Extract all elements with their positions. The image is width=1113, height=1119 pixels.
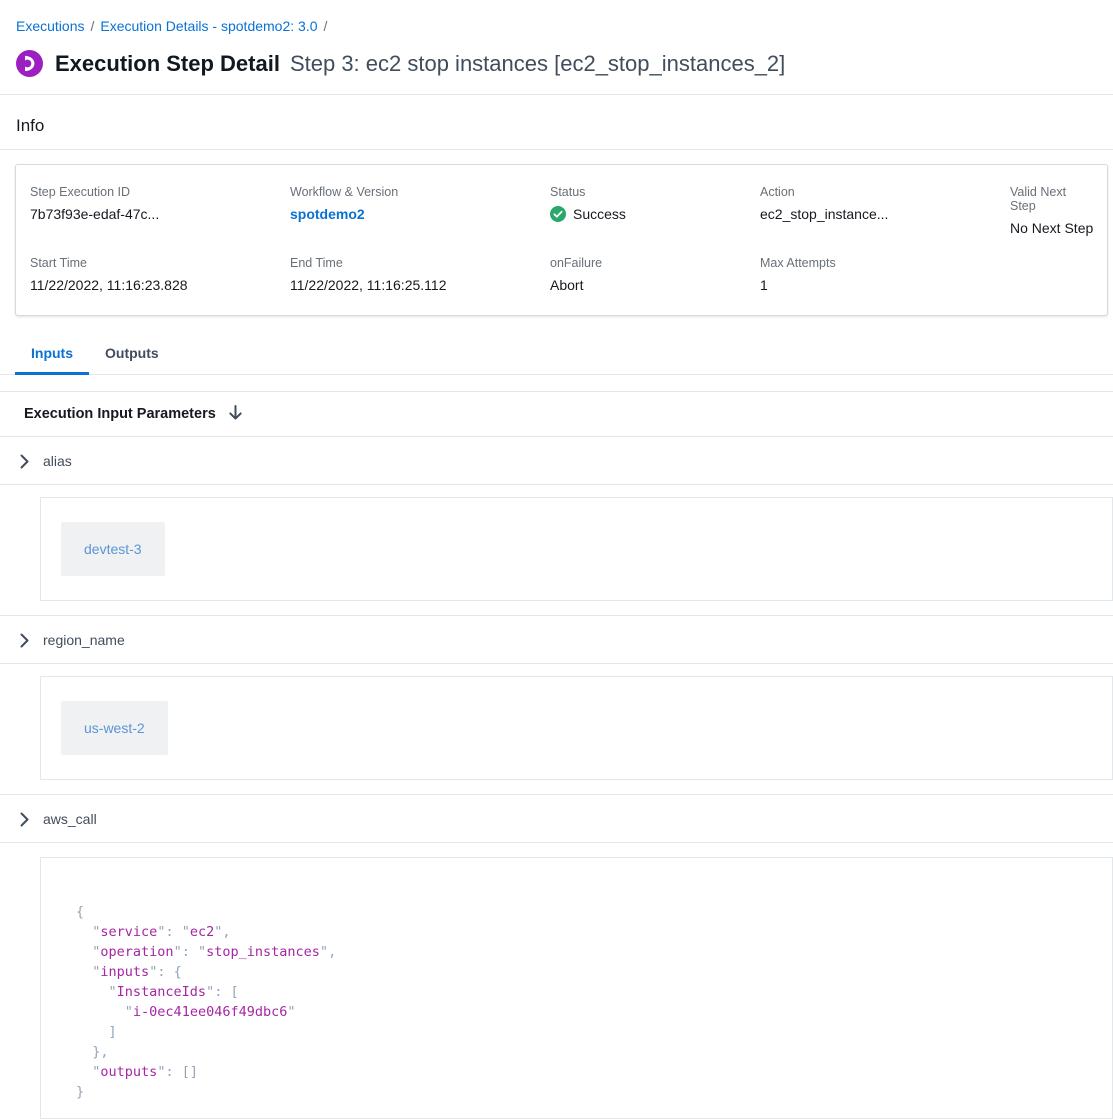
expander-label-aws-call: aws_call: [43, 811, 97, 827]
execution-input-parameters-header: Execution Input Parameters: [0, 391, 1113, 437]
field-label: Workflow & Version: [290, 185, 550, 199]
expander-alias[interactable]: alias: [0, 437, 1113, 485]
workflow-link[interactable]: spotdemo2: [290, 206, 365, 222]
field-status: Status Success: [550, 185, 760, 236]
field-step-execution-id: Step Execution ID 7b73f93e-edaf-47c...: [30, 185, 290, 236]
aws-call-json-code: { "service": "ec2", "operation": "stop_i…: [76, 902, 1092, 1102]
breadcrumb-link-executions[interactable]: Executions: [16, 18, 84, 34]
page-subtitle: Step 3: ec2 stop instances [ec2_stop_ins…: [290, 51, 785, 77]
field-value: ec2_stop_instance...: [760, 206, 1010, 222]
field-label: Valid Next Step: [1010, 185, 1093, 213]
field-valid-next-step: Valid Next Step No Next Step: [1010, 185, 1093, 236]
info-card: Step Execution ID 7b73f93e-edaf-47c... W…: [15, 164, 1108, 316]
expander-label-alias: alias: [43, 453, 72, 469]
field-onfailure: onFailure Abort: [550, 256, 760, 293]
execution-input-parameters-label: Execution Input Parameters: [24, 406, 216, 422]
breadcrumb: Executions / Execution Details - spotdemo2…: [0, 0, 1113, 34]
chevron-right-icon: [20, 454, 29, 469]
field-value: 1: [760, 277, 1010, 293]
json-code-box: { "service": "ec2", "operation": "stop_i…: [40, 857, 1113, 1119]
tab-inputs[interactable]: Inputs: [15, 336, 89, 374]
tabs: Inputs Outputs: [0, 336, 1113, 375]
region-name-value-chip[interactable]: us-west-2: [61, 701, 168, 755]
page-title: Execution Step Detail: [55, 51, 280, 77]
page-header: Execution Step Detail Step 3: ec2 stop i…: [0, 34, 1113, 77]
field-max-attempts: Max Attempts 1: [760, 256, 1010, 293]
chevron-right-icon: [20, 812, 29, 827]
field-value: 11/22/2022, 11:16:23.828: [30, 277, 290, 293]
app-logo-icon: [16, 50, 43, 77]
chevron-right-icon: [20, 633, 29, 648]
alias-value-chip[interactable]: devtest-3: [61, 522, 165, 576]
info-heading: Info: [0, 95, 1113, 136]
field-label: onFailure: [550, 256, 760, 270]
field-label: Max Attempts: [760, 256, 1010, 270]
status-badge: Success: [573, 206, 626, 222]
field-label: Action: [760, 185, 1010, 199]
field-label: Start Time: [30, 256, 290, 270]
tab-outputs[interactable]: Outputs: [89, 336, 175, 374]
field-value: Abort: [550, 277, 760, 293]
expander-region-name[interactable]: region_name: [0, 616, 1113, 664]
expander-region-name-content: us-west-2: [0, 676, 1113, 795]
expander-aws-call[interactable]: aws_call: [0, 795, 1113, 843]
divider: [0, 149, 1113, 150]
field-label: Status: [550, 185, 760, 199]
expander-aws-call-content: { "service": "ec2", "operation": "stop_i…: [0, 857, 1113, 1119]
field-end-time: End Time 11/22/2022, 11:16:25.112: [290, 256, 550, 293]
expander-label-region-name: region_name: [43, 632, 125, 648]
expander-alias-content: devtest-3: [0, 497, 1113, 616]
field-value: 11/22/2022, 11:16:25.112: [290, 277, 550, 293]
download-arrow-icon[interactable]: [228, 405, 243, 422]
field-value: No Next Step: [1010, 220, 1093, 236]
field-value: 7b73f93e-edaf-47c...: [30, 206, 290, 222]
field-workflow-version: Workflow & Version spotdemo2: [290, 185, 550, 236]
field-action: Action ec2_stop_instance...: [760, 185, 1010, 236]
breadcrumb-link-execution-details[interactable]: Execution Details - spotdemo2: 3.0: [100, 18, 317, 34]
field-start-time: Start Time 11/22/2022, 11:16:23.828: [30, 256, 290, 293]
breadcrumb-separator: /: [324, 18, 328, 34]
success-check-icon: [550, 206, 566, 222]
field-label: Step Execution ID: [30, 185, 290, 199]
breadcrumb-separator: /: [90, 18, 94, 34]
field-label: End Time: [290, 256, 550, 270]
